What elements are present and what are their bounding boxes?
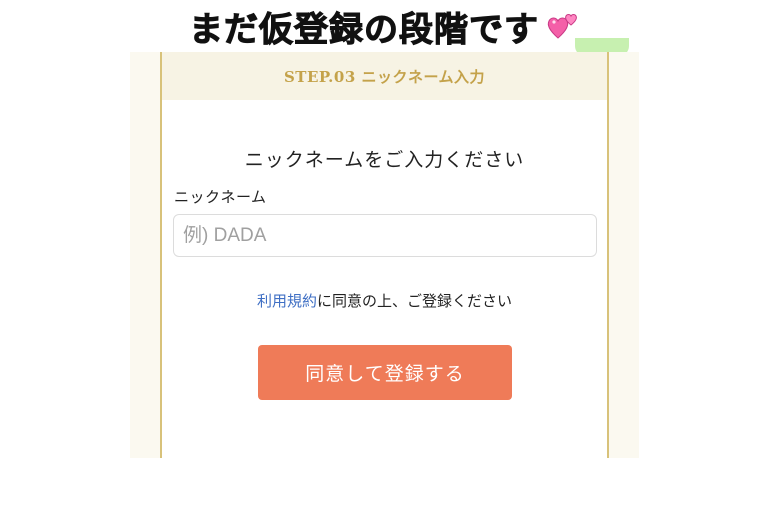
terms-of-use-link[interactable]: 利用規約 [257, 292, 317, 310]
caption-text: まだ仮登録の段階です [189, 9, 539, 50]
consent-suffix: に同意の上、ご登録ください [317, 292, 513, 310]
consent-text: 利用規約に同意の上、ご登録ください [162, 290, 607, 311]
nickname-input[interactable] [173, 214, 597, 257]
caption-banner: まだ仮登録の段階です [0, 0, 770, 52]
step-header: STEP.03 ニックネーム入力 [162, 52, 607, 100]
agree-and-register-button[interactable]: 同意して登録する [258, 345, 512, 400]
nickname-label: ニックネーム [174, 188, 267, 206]
form-heading: ニックネームをご入力ください [244, 149, 525, 171]
frame-border-right [607, 52, 609, 458]
step-title: STEP.03 ニックネーム入力 [283, 67, 486, 86]
